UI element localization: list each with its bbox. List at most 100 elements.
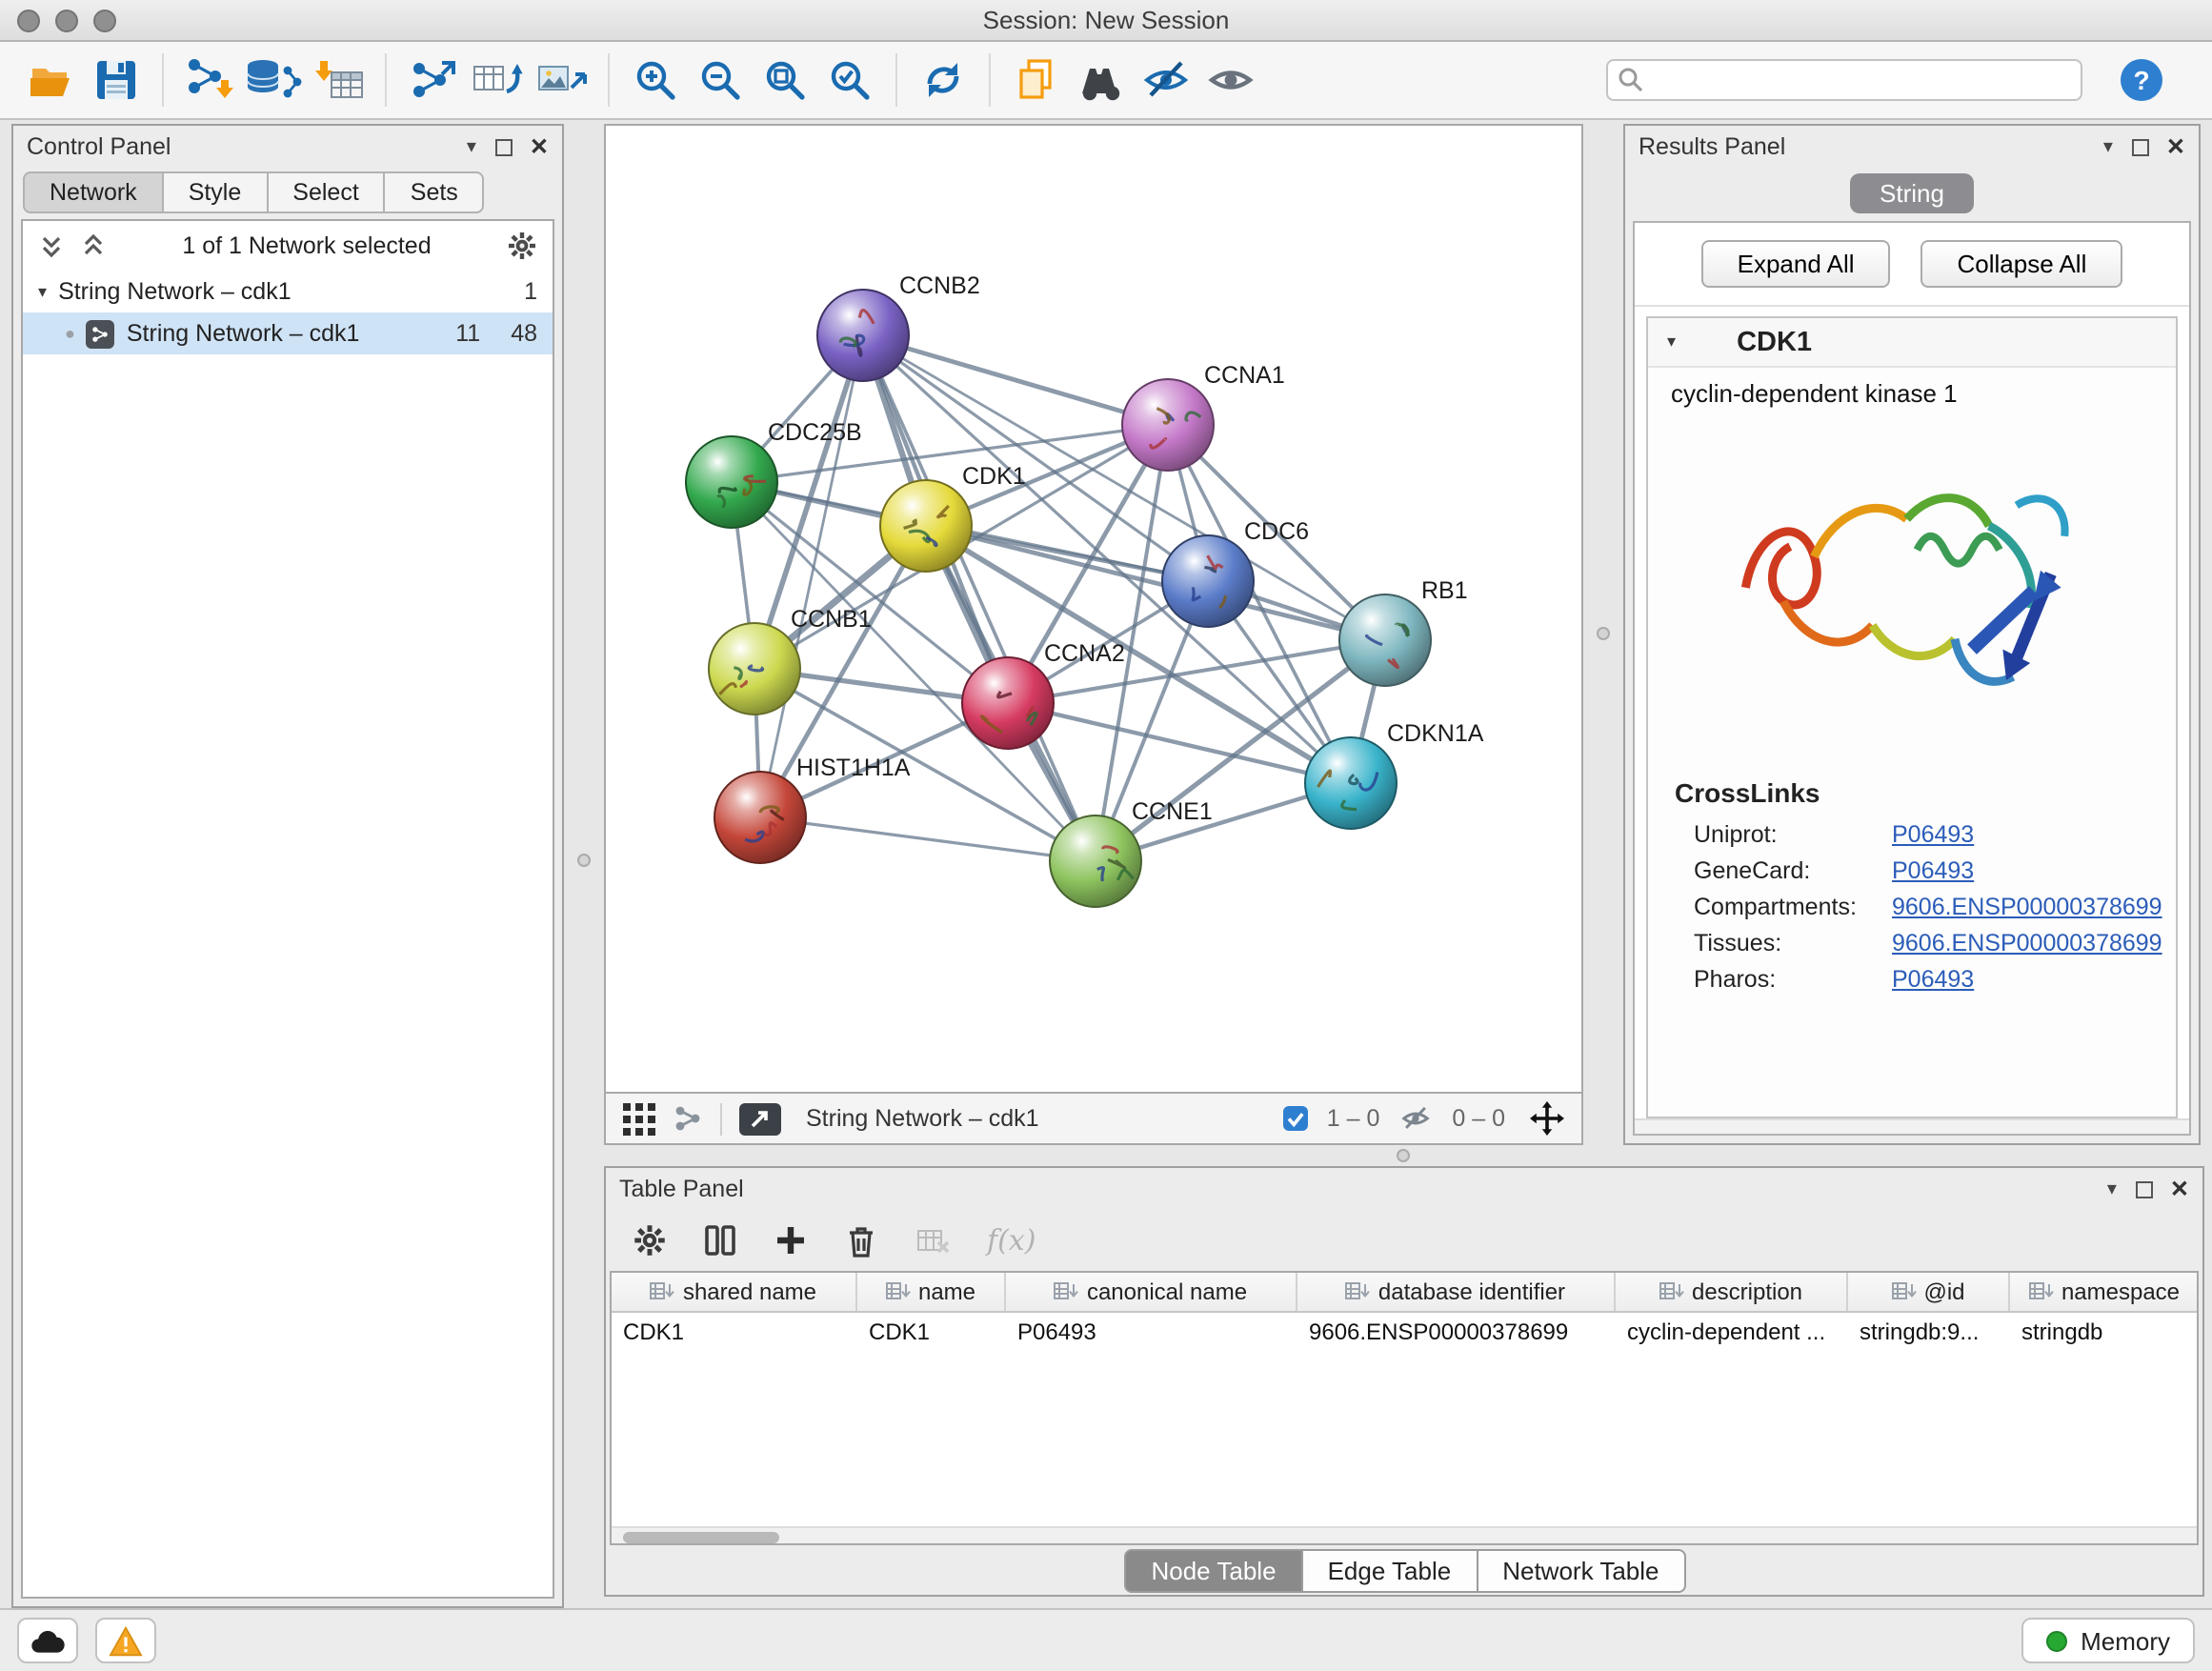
edge-CCNB2-CCNA1[interactable] [863,335,1168,425]
column-header-description[interactable]: description [1616,1273,1848,1311]
float-panel-button[interactable] [2132,138,2149,155]
close-window-button[interactable] [17,10,40,32]
node-CDC6[interactable]: CDC6 [1162,518,1309,627]
zoom-selected-button[interactable] [817,48,882,112]
grid-view-icon[interactable] [623,1102,655,1135]
import-network-database-button[interactable] [242,48,307,112]
table-cell[interactable]: P06493 [1006,1313,1297,1351]
table-row[interactable]: CDK1CDK1P064939606.ENSP00000378699cyclin… [612,1313,2197,1351]
results-scrollbar[interactable] [1635,1118,2189,1134]
node-CCNA1[interactable]: CCNA1 [1122,362,1285,471]
tab-sets[interactable]: Sets [384,171,485,213]
table-cell[interactable]: 9606.ENSP00000378699 [1297,1313,1616,1351]
column-header-database-identifier[interactable]: database identifier [1297,1273,1616,1311]
delete-column-icon[interactable] [844,1223,878,1258]
tab-node-table[interactable]: Node Table [1124,1548,1302,1592]
minimize-window-button[interactable] [55,10,78,32]
panel-menu-button[interactable]: ▾ [467,136,476,157]
column-header--id[interactable]: @id [1848,1273,2010,1311]
help-button[interactable]: ? [2109,48,2174,112]
tab-select[interactable]: Select [266,171,386,213]
save-session-button[interactable] [84,48,149,112]
table-cell[interactable]: CDK1 [857,1313,1006,1351]
column-header-canonical-name[interactable]: canonical name [1006,1273,1297,1311]
show-all-button[interactable] [1198,48,1263,112]
left-splitter-handle[interactable] [577,854,591,867]
node-HIST1H1A[interactable]: HIST1H1A [714,755,911,863]
close-panel-button[interactable]: ✕ [2170,1176,2189,1202]
collapse-all-button[interactable]: Collapse All [1921,240,2123,288]
zoom-in-button[interactable] [623,48,688,112]
hscrollbar-thumb[interactable] [623,1531,779,1542]
maximize-window-button[interactable] [93,10,116,32]
show-columns-icon[interactable] [703,1223,737,1258]
protein-section-header[interactable]: ▾ CDK1 [1648,318,2176,368]
memory-button[interactable]: Memory [2021,1618,2195,1663]
cloud-status-button[interactable] [17,1618,78,1663]
horizontal-splitter-handle[interactable] [1397,1149,1410,1162]
node-CDK1[interactable]: CDK1 [880,463,1026,572]
import-table-file-button[interactable] [307,48,372,112]
apply-layout-button[interactable] [911,48,975,112]
network-row[interactable]: ● String Network – cdk1 11 48 [23,312,553,354]
zoom-out-button[interactable] [688,48,753,112]
edge-HIST1H1A-CCNE1[interactable] [760,817,1096,861]
copy-document-button[interactable] [1004,48,1069,112]
column-header-namespace[interactable]: namespace [2010,1273,2199,1311]
network-collection-row[interactable]: ▾ String Network – cdk1 1 [23,271,553,312]
tab-network[interactable]: Network [23,171,164,213]
tab-style[interactable]: Style [162,171,269,213]
memory-status-dot [2046,1630,2067,1651]
close-panel-button[interactable]: ✕ [530,133,549,160]
section-expander-icon[interactable]: ▾ [1667,332,1676,352]
panel-menu-button[interactable]: ▾ [2107,1178,2117,1199]
crosslink-compartments-link[interactable]: 9606.ENSP00000378699 [1892,893,2162,919]
import-network-file-button[interactable] [177,48,242,112]
crosslink-genecard-link[interactable]: P06493 [1892,856,1974,883]
open-session-button[interactable] [19,48,84,112]
network-from-table-icon [469,55,526,105]
column-header-name[interactable]: name [857,1273,1006,1311]
gear-icon[interactable] [507,231,537,261]
tree-expander-icon[interactable]: ▾ [38,281,47,302]
node-RB1[interactable]: RB1 [1339,577,1468,686]
expand-all-icon[interactable] [80,232,107,259]
tab-string[interactable]: String [1849,172,1975,212]
first-neighbors-button[interactable] [1069,48,1134,112]
fit-content-icon[interactable] [1530,1101,1564,1136]
close-panel-button[interactable]: ✕ [2166,133,2185,160]
table-cell[interactable]: stringdb [2010,1313,2199,1351]
table-settings-gear-icon[interactable] [633,1223,667,1258]
edge-CCNB2-CCNE1[interactable] [863,335,1096,861]
add-column-icon[interactable] [774,1223,808,1258]
crosslink-tissues-link[interactable]: 9606.ENSP00000378699 [1892,929,2162,956]
zoom-fit-button[interactable] [753,48,817,112]
right-splitter-handle[interactable] [1597,627,1610,640]
network-canvas[interactable]: CCNB2CCNA1CDC25BCDK1CDC6RB1CCNB1CCNA2CDK… [604,124,1583,1094]
new-network-from-table-button[interactable] [465,48,530,112]
crosslink-pharos-link[interactable]: P06493 [1892,965,1974,992]
table-cell[interactable]: stringdb:9... [1848,1313,2010,1351]
node-CDC25B[interactable]: CDC25B [686,419,862,528]
tab-edge-table[interactable]: Edge Table [1301,1548,1478,1592]
tab-network-table[interactable]: Network Table [1476,1548,1685,1592]
node-CDKN1A[interactable]: CDKN1A [1305,720,1484,829]
panel-menu-button[interactable]: ▾ [2103,136,2113,157]
table-cell[interactable]: CDK1 [612,1313,857,1351]
detach-view-button[interactable] [739,1102,781,1135]
network-overview-icon[interactable] [673,1103,703,1134]
network-graph[interactable]: CCNB2CCNA1CDC25BCDK1CDC6RB1CCNB1CCNA2CDK… [606,126,1581,1092]
collapse-all-icon[interactable] [38,232,65,259]
export-image-button[interactable] [530,48,594,112]
edge-CCNA2-CDKN1A[interactable] [1008,703,1351,783]
warnings-button[interactable] [95,1618,156,1663]
float-panel-button[interactable] [2136,1180,2153,1198]
table-cell[interactable]: cyclin-dependent ... [1616,1313,1848,1351]
crosslink-uniprot-link[interactable]: P06493 [1892,820,1974,847]
new-network-button[interactable] [400,48,465,112]
float-panel-button[interactable] [495,138,513,155]
search-input[interactable] [1606,59,2082,101]
expand-all-button[interactable]: Expand All [1701,240,1891,288]
hide-selected-button[interactable] [1134,48,1198,112]
column-header-shared-name[interactable]: shared name [612,1273,857,1311]
